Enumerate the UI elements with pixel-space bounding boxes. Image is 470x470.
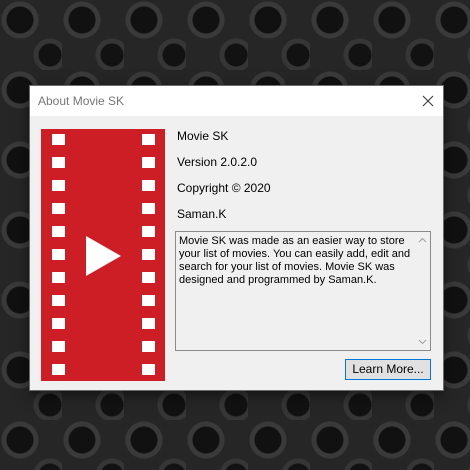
film-strip-play-icon	[52, 134, 155, 375]
close-icon	[422, 95, 434, 107]
chevron-down-icon	[418, 339, 427, 345]
about-dialog: About Movie SK Movie SK Version 2.0.2.0 …	[30, 86, 443, 390]
scroll-down-button[interactable]	[415, 334, 430, 350]
learn-more-button[interactable]: Learn More...	[345, 359, 431, 380]
title-bar: About Movie SK	[30, 86, 443, 116]
chevron-up-icon	[418, 237, 427, 243]
app-logo	[41, 129, 165, 381]
close-button[interactable]	[413, 86, 443, 116]
description-textbox[interactable]: Movie SK was made as an easier way to st…	[175, 231, 431, 351]
window-title: About Movie SK	[38, 94, 125, 108]
description-text: Movie SK was made as an easier way to st…	[179, 235, 411, 286]
vertical-scrollbar[interactable]	[415, 232, 430, 350]
copyright-label: Copyright © 2020	[177, 181, 271, 195]
author-label: Saman.K	[177, 207, 227, 221]
scroll-up-button[interactable]	[415, 232, 430, 248]
version-label: Version 2.0.2.0	[177, 155, 258, 169]
product-name: Movie SK	[177, 129, 229, 143]
